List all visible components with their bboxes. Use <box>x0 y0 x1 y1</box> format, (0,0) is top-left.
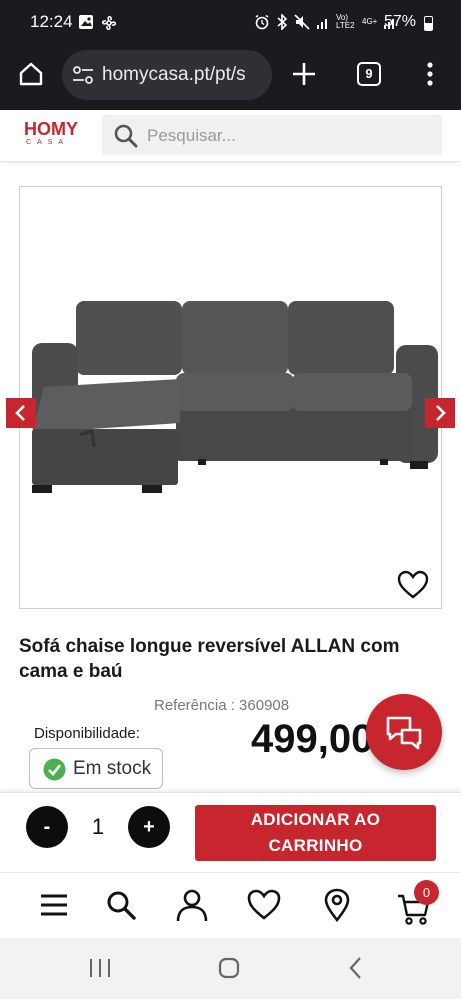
network-4g-label: 4G+ <box>362 17 378 26</box>
stock-status-text: Em stock <box>73 758 152 779</box>
fan-icon <box>101 15 117 31</box>
menu-icon[interactable] <box>36 887 72 923</box>
logo-main-text: HOMY <box>24 119 78 139</box>
status-bar: 12:24 Vo) LTE2 4G+ 57% <box>0 0 461 48</box>
site-logo[interactable]: HOMY CASA <box>24 120 86 148</box>
product-title: Sofá chaise longue reversível ALLAN com … <box>19 636 400 682</box>
location-pin-icon[interactable] <box>319 887 355 923</box>
logo-sub-text: CASA <box>26 139 70 146</box>
battery-percent: 57% <box>384 13 417 30</box>
gallery-prev-button[interactable] <box>6 398 36 428</box>
chevron-right-icon <box>436 405 446 421</box>
chat-button[interactable] <box>366 694 442 770</box>
user-icon[interactable] <box>174 887 210 923</box>
url-text[interactable]: homycasa.pt/pt/s <box>102 64 267 86</box>
product-reference: Referência : 360908 <box>154 697 290 714</box>
more-menu-icon[interactable] <box>418 60 442 88</box>
search-icon[interactable] <box>103 887 139 923</box>
tab-count: 9 <box>365 66 373 81</box>
search-placeholder: Pesquisar... <box>147 126 236 145</box>
product-image <box>32 301 438 493</box>
wishlist-heart-icon[interactable] <box>397 570 429 600</box>
heart-icon[interactable] <box>246 887 282 923</box>
quantity-value[interactable]: 1 <box>80 814 116 840</box>
search-input[interactable]: Pesquisar... <box>102 115 442 155</box>
add-to-cart-bar: - 1 + ADICIONAR AO CARRINHO <box>0 792 461 872</box>
home-button-icon[interactable] <box>17 60 45 88</box>
chat-bubbles-icon <box>386 716 422 750</box>
gallery-icon <box>79 15 93 29</box>
chevron-left-icon <box>15 405 25 421</box>
home-icon[interactable] <box>217 956 241 980</box>
add-to-cart-label-line2: CARRINHO <box>268 836 363 855</box>
signal-icon <box>317 19 327 29</box>
add-to-cart-button[interactable]: ADICIONAR AO CARRINHO <box>195 805 436 861</box>
alarm-icon <box>255 14 269 30</box>
back-icon[interactable] <box>348 956 364 980</box>
bottom-navigation <box>0 872 461 938</box>
availability-label: Disponibilidade: <box>34 725 140 742</box>
address-bar[interactable]: homycasa.pt/pt/s <box>62 50 272 100</box>
cart-count-badge: 0 <box>414 880 439 905</box>
network-type-label: Vo) LTE2 <box>336 13 355 30</box>
add-to-cart-label-line1: ADICIONAR AO <box>250 810 381 829</box>
search-icon <box>114 124 138 148</box>
gallery-next-button[interactable] <box>425 398 455 428</box>
mute-icon <box>294 14 310 30</box>
quantity-decrease-button[interactable]: - <box>26 806 68 848</box>
product-image-gallery[interactable] <box>6 186 455 609</box>
battery-icon <box>424 16 433 31</box>
site-settings-icon[interactable] <box>72 65 94 85</box>
stock-status-badge: Em stock <box>29 748 163 789</box>
new-tab-icon[interactable] <box>290 60 318 88</box>
recent-apps-icon[interactable] <box>88 957 112 979</box>
bluetooth-icon <box>277 14 288 30</box>
quantity-increase-button[interactable]: + <box>128 806 170 848</box>
status-time: 12:24 <box>30 12 73 31</box>
check-circle-icon <box>43 758 66 781</box>
tab-switcher-button[interactable]: 9 <box>357 62 381 86</box>
browser-toolbar: homycasa.pt/pt/s 9 <box>0 48 461 110</box>
system-navigation-bar <box>0 938 461 999</box>
site-header: HOMY CASA Pesquisar... <box>0 110 461 162</box>
